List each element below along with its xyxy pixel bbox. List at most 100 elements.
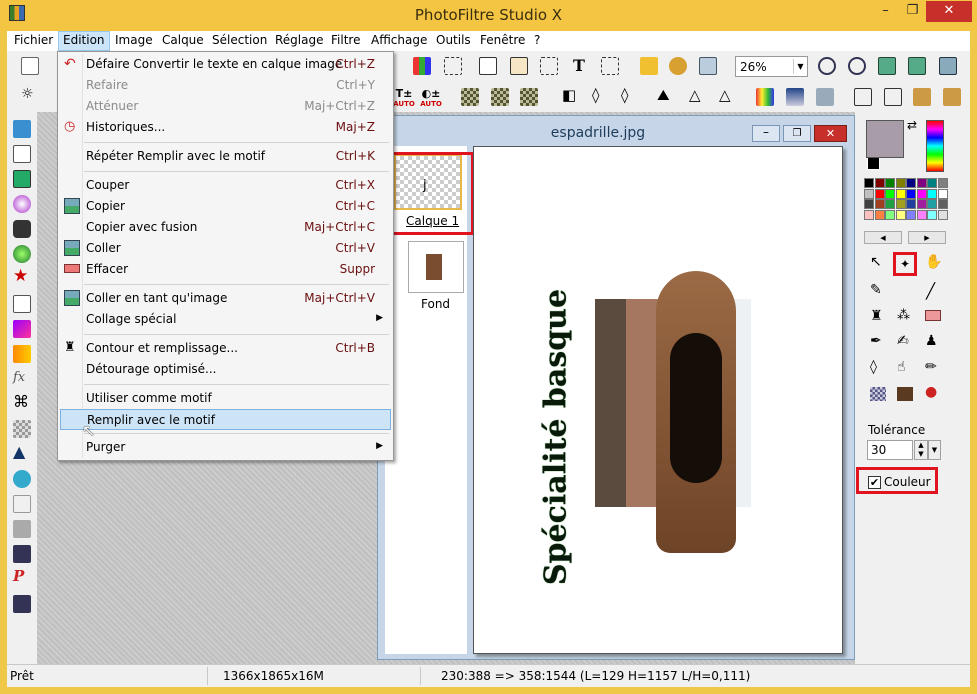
color-grid-icon[interactable] [413, 57, 431, 75]
zoom-in-icon[interactable] [818, 57, 836, 75]
book-icon[interactable] [13, 495, 31, 513]
menu-fichier[interactable]: Fichier [10, 31, 57, 51]
gradient-icon[interactable] [786, 88, 804, 106]
palette-swatch[interactable] [937, 178, 948, 188]
camera-icon[interactable] [13, 220, 31, 238]
color-balance-icon[interactable] [756, 88, 774, 106]
blur-tool-icon[interactable]: ◊ [870, 359, 877, 375]
crop-icon[interactable] [540, 57, 558, 75]
menu-item-utiliser-motif[interactable]: Utiliser comme motif [60, 388, 391, 409]
palette-swatch[interactable] [937, 209, 948, 220]
palette-swatch[interactable] [916, 188, 927, 199]
menu-item-couper[interactable]: Couper Ctrl+X [60, 175, 391, 196]
palette-swatch[interactable] [885, 178, 895, 188]
close-button[interactable]: ✕ [926, 1, 972, 22]
palette-swatch[interactable] [885, 209, 895, 220]
globe-icon[interactable] [13, 245, 31, 263]
auto-level-icon[interactable]: T± AUTO [393, 87, 415, 108]
spray-tool-icon[interactable]: ⁂ [897, 308, 910, 323]
palette-swatch[interactable] [895, 188, 906, 199]
circle-icon[interactable] [13, 470, 31, 488]
layer-label[interactable]: Fond [421, 297, 450, 311]
sphere-icon[interactable] [13, 195, 31, 213]
palette-swatch[interactable] [874, 199, 885, 209]
hand-tool-icon[interactable]: ✋ [925, 254, 942, 270]
magic-wand-tool-icon[interactable]: ✦ [893, 252, 917, 276]
eyedropper-tool-icon[interactable]: ✎ [870, 282, 882, 298]
zoom-select[interactable]: 26% ▼ [735, 56, 808, 77]
clover-icon[interactable]: ⌘ [13, 392, 29, 411]
menu-item-undo[interactable]: ↶ Défaire Convertir le texte en calque i… [60, 54, 391, 75]
palette-swatch[interactable] [927, 188, 937, 199]
grid-filter-icon[interactable] [520, 88, 538, 106]
menu-item-detourage[interactable]: Détourage optimisé... [60, 359, 391, 380]
tolerance-dropdown[interactable]: ▼ [928, 440, 941, 460]
palette-swatch[interactable] [864, 178, 874, 188]
fit-window-icon[interactable] [878, 57, 896, 75]
palette-swatch[interactable] [874, 188, 885, 199]
zoom-out-icon[interactable] [848, 57, 866, 75]
triangle-icon[interactable]: △ [689, 86, 701, 104]
menu-edition[interactable]: Edition [58, 31, 110, 51]
menu-item-attenuer[interactable]: Atténuer Maj+Ctrl+Z [60, 96, 391, 117]
rotate-left-icon[interactable] [913, 88, 931, 106]
menu-image[interactable]: Image [111, 31, 157, 51]
stamp-tool-icon[interactable]: ♟ [925, 333, 938, 349]
flip-vertical-icon[interactable] [884, 88, 902, 106]
rotate-right-icon[interactable] [943, 88, 961, 106]
fullscreen-icon[interactable] [939, 57, 957, 75]
tree-icon[interactable] [640, 57, 658, 75]
pipette-tool-icon[interactable]: ✏ [925, 359, 937, 375]
histogram-icon[interactable]: ▲ [13, 442, 25, 461]
menu-item-copier-fusion[interactable]: Copier avec fusion Maj+Ctrl+C [60, 217, 391, 238]
save-html-icon[interactable] [13, 595, 31, 613]
text-tool-icon[interactable]: T [573, 56, 585, 75]
tolerance-stepper[interactable]: ▲ ▼ [914, 440, 928, 460]
page-icon[interactable] [13, 295, 31, 313]
pattern-icon[interactable] [816, 88, 834, 106]
foreground-color-swatch[interactable] [866, 120, 904, 158]
restore-button[interactable]: ❐ [899, 1, 926, 22]
palette-swatch[interactable] [895, 178, 906, 188]
brush-tool-icon[interactable]: ✒ [870, 333, 882, 349]
menu-item-coller-image[interactable]: Coller en tant qu'image Maj+Ctrl+V [60, 288, 391, 309]
drop-icon[interactable]: ◊ [621, 86, 628, 104]
doc-minimize-button[interactable]: – [752, 125, 780, 142]
palette-swatch[interactable] [864, 209, 874, 220]
doc-restore-button[interactable]: ❐ [783, 125, 811, 142]
color-spectrum[interactable] [926, 120, 944, 172]
palette-swatch[interactable] [895, 199, 906, 209]
doc-close-button[interactable]: ✕ [814, 125, 847, 142]
flip-horizontal-icon[interactable] [854, 88, 872, 106]
menu-outils[interactable]: Outils [432, 31, 475, 51]
keyboard-icon[interactable] [13, 520, 31, 538]
menu-calque[interactable]: Calque [158, 31, 208, 51]
menu-item-repeter[interactable]: Répéter Remplir avec le motif Ctrl+K [60, 146, 391, 167]
menu-item-contour[interactable]: ♜ Contour et remplissage... Ctrl+B [60, 338, 391, 359]
grid-filter-icon[interactable] [491, 88, 509, 106]
gradient-fill-icon[interactable] [13, 345, 31, 363]
fill-tool-icon[interactable]: ♜ [870, 308, 883, 324]
grid-filter-icon[interactable] [461, 88, 479, 106]
menu-filtre[interactable]: Filtre [327, 31, 364, 51]
menu-item-coller[interactable]: Coller Ctrl+V [60, 238, 391, 259]
palette-swatch[interactable] [864, 199, 874, 209]
window-icon[interactable] [699, 57, 717, 75]
menu-item-copier[interactable]: Copier Ctrl+C [60, 196, 391, 217]
menu-reglage[interactable]: Réglage [271, 31, 328, 51]
pattern-tool-icon[interactable] [870, 387, 886, 401]
clone-tool-icon[interactable] [897, 387, 913, 401]
auto-contrast-icon[interactable]: ◐± AUTO [420, 87, 442, 108]
grid-icon[interactable] [13, 420, 31, 438]
menu-item-effacer[interactable]: Effacer Suppr [60, 259, 391, 280]
drop-icon[interactable]: ◊ [592, 86, 599, 104]
palette-swatch[interactable] [864, 188, 874, 199]
document-icon[interactable] [13, 145, 31, 163]
palette-swatch[interactable] [906, 199, 916, 209]
palette-swatch[interactable] [874, 178, 885, 188]
palette-swatch[interactable] [906, 178, 916, 188]
menu-item-historiques[interactable]: ◷ Historiques... Maj+Z [60, 117, 391, 138]
text-select-icon[interactable] [601, 57, 619, 75]
minimize-button[interactable]: – [872, 1, 899, 22]
palette-swatch[interactable] [937, 188, 948, 199]
